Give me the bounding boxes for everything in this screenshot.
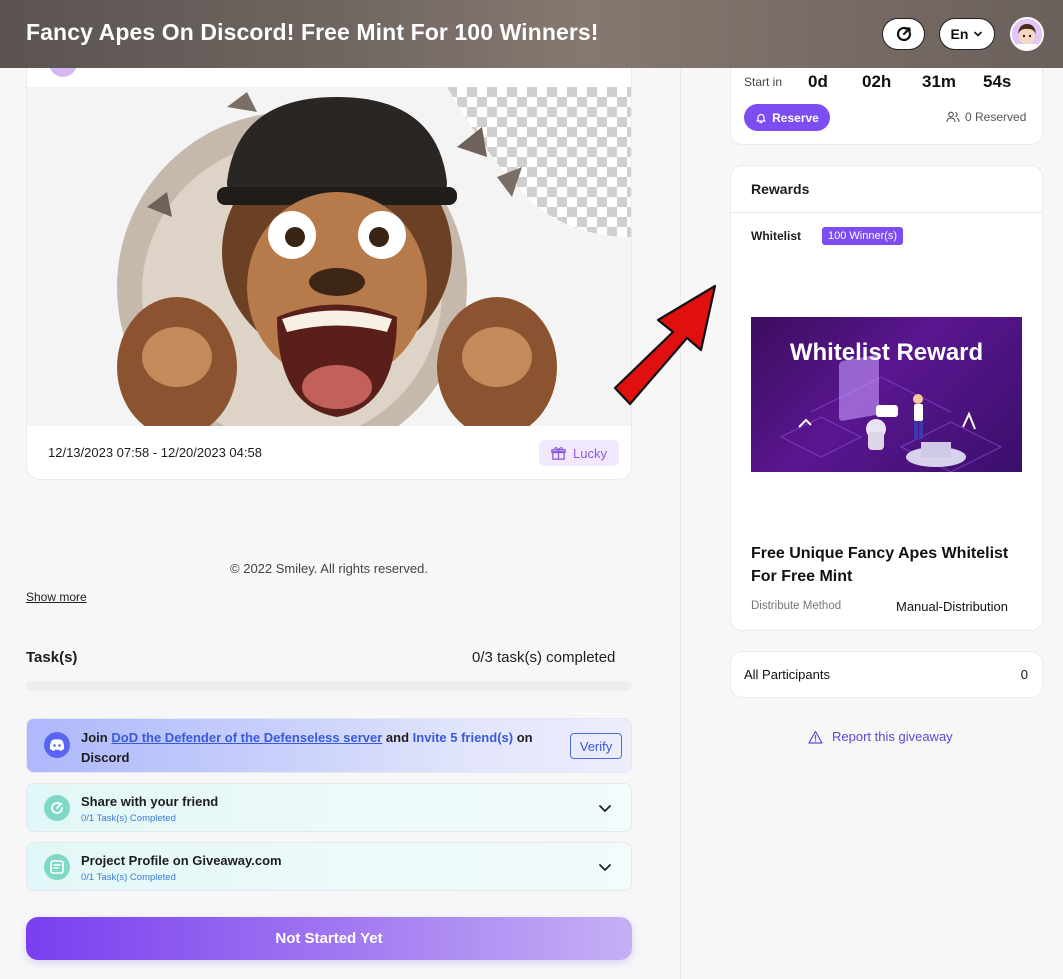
giveaway-banner-image: [27, 87, 631, 426]
chevron-down-icon: [974, 31, 983, 37]
users-icon: [946, 111, 960, 123]
refresh-button[interactable]: [882, 18, 925, 50]
task-discord: Join DoD the Defender of the Defenseless…: [26, 718, 632, 773]
profile-card-icon: [44, 854, 70, 880]
reserved-count: 0 Reserved: [946, 110, 1026, 124]
countdown-minutes: 31m: [922, 72, 957, 91]
chevron-down-icon[interactable]: [597, 859, 613, 875]
share-icon: [44, 795, 70, 821]
task-project-profile[interactable]: Project Profile on Giveaway.com 0/1 Task…: [26, 842, 632, 891]
discord-task-platform: Discord: [81, 750, 130, 765]
giveaway-card: 12/13/2023 07:58 - 12/20/2023 04:58 Luck…: [26, 40, 632, 480]
profile-task-status: 0/1 Task(s) Completed: [81, 872, 176, 883]
discord-server-link[interactable]: DoD the Defender of the Defenseless serv…: [111, 730, 382, 745]
participants-card[interactable]: All Participants 0: [730, 651, 1043, 698]
task-share[interactable]: Share with your friend 0/1 Task(s) Compl…: [26, 783, 632, 832]
not-started-button[interactable]: Not Started Yet: [26, 917, 632, 960]
lucky-label: Lucky: [573, 445, 607, 461]
gift-icon: [551, 446, 566, 460]
language-label: En: [950, 26, 969, 42]
reserved-text: 0 Reserved: [965, 110, 1027, 124]
warning-icon: [808, 730, 823, 744]
distribute-method-value: Manual-Distribution: [896, 599, 1008, 614]
profile-task-name: Project Profile on Giveaway.com: [81, 853, 282, 868]
bell-icon: [756, 113, 766, 123]
discord-task-text: Join DoD the Defender of the Defenseless…: [81, 728, 551, 768]
reward-image: Whitelist Reward: [751, 317, 1022, 472]
rewards-divider: [731, 212, 1042, 213]
discord-task-and: and: [385, 730, 410, 745]
discord-icon: [44, 732, 70, 758]
lucky-badge: Lucky: [539, 440, 619, 466]
tasks-completed-count: 0/3 task(s) completed: [472, 649, 616, 666]
tasks-heading: Task(s): [26, 649, 78, 666]
user-avatar[interactable]: [1010, 17, 1044, 51]
countdown-seconds: 54s: [983, 72, 1012, 91]
discord-task-prefix: Join: [81, 730, 108, 745]
reserve-button[interactable]: Reserve: [744, 104, 830, 131]
refresh-icon: [896, 26, 911, 42]
header-bar: Fancy Apes On Discord! Free Mint For 100…: [0, 0, 1063, 68]
participants-label: All Participants: [744, 667, 830, 682]
rewards-heading: Rewards: [751, 181, 810, 197]
verify-button[interactable]: Verify: [570, 733, 622, 759]
start-in-label: Start in: [744, 75, 783, 89]
show-more-link[interactable]: Show more: [26, 590, 87, 604]
participants-count: 0: [1020, 667, 1028, 682]
date-range: 12/13/2023 07:58 - 12/20/2023 04:58: [48, 445, 262, 460]
reward-name: Free Unique Fancy Apes Whitelist For Fre…: [751, 545, 1009, 585]
reserve-label: Reserve: [772, 110, 819, 125]
tasks-progress-bar: [26, 681, 632, 691]
chevron-down-icon[interactable]: [597, 800, 613, 816]
page-title: Fancy Apes On Discord! Free Mint For 100…: [26, 19, 599, 45]
distribute-method-label: Distribute Method: [751, 600, 842, 612]
copyright-text: © 2022 Smiley. All rights reserved.: [230, 561, 428, 576]
language-selector[interactable]: En: [939, 18, 995, 50]
reward-type: Whitelist: [751, 229, 801, 243]
countdown-days: 0d: [808, 72, 828, 91]
annotation-arrow-icon: [613, 284, 717, 406]
reward-image-title: Whitelist Reward: [789, 339, 984, 366]
rewards-card: Rewards Whitelist 100 Winner(s) Whitelis…: [730, 165, 1043, 631]
share-task-status: 0/1 Task(s) Completed: [81, 813, 176, 824]
countdown-hours: 02h: [862, 72, 892, 91]
discord-task-on: on: [516, 730, 533, 745]
share-task-name: Share with your friend: [81, 794, 219, 809]
report-label: Report this giveaway: [832, 729, 953, 744]
invite-friends-text: Invite 5 friend(s): [412, 730, 514, 745]
report-giveaway-link[interactable]: Report this giveaway: [808, 729, 953, 744]
winners-badge: 100 Winner(s): [822, 227, 904, 245]
